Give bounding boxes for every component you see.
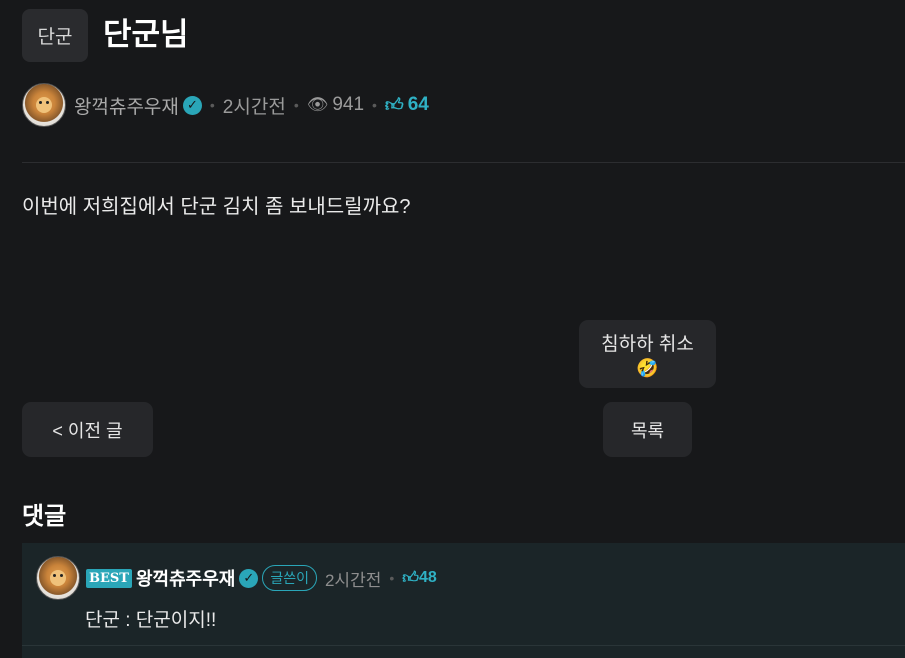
view-count-value: 941 xyxy=(332,94,365,115)
post-title: 단군님 xyxy=(103,17,189,52)
thumbs-up-icon: 👍︎ xyxy=(384,95,404,115)
separator-dot: • xyxy=(293,97,299,113)
comment-time: 2시간전 xyxy=(324,570,382,590)
post-meta: 왕꺽츄주우재 ✓ • 2시간전 • 👁 941 • 👍︎ 64 xyxy=(22,83,429,127)
divider xyxy=(22,645,905,646)
comments-heading: 댓글 xyxy=(22,503,67,530)
author-avatar[interactable] xyxy=(22,83,66,127)
best-badge: BEST xyxy=(86,568,132,588)
eye-icon: 👁 xyxy=(306,95,329,114)
separator-dot: • xyxy=(209,97,215,113)
post-body: 이번에 저희집에서 단군 김치 좀 보내드릴까요? xyxy=(22,196,411,218)
category-badge[interactable]: 단군 xyxy=(22,9,88,62)
separator-dot: • xyxy=(372,97,377,113)
prev-post-button[interactable]: < 이전 글 xyxy=(22,402,153,457)
thumbs-up-icon: 👍︎ xyxy=(402,569,419,587)
post-time: 2시간전 xyxy=(222,96,286,118)
verified-check-icon: ✓ xyxy=(182,95,202,115)
divider xyxy=(22,162,905,163)
list-button[interactable]: 목록 xyxy=(603,402,692,457)
like-count: 👍︎ 64 xyxy=(385,94,429,116)
comment-header: BEST 왕꺽츄주우재 ✓ 글쓴이 2시간전 • 👍︎ 48 xyxy=(36,556,437,600)
like-count-value: 64 xyxy=(407,94,429,115)
separator-dot: • xyxy=(389,570,395,586)
author-name[interactable]: 왕꺽츄주우재 xyxy=(74,92,179,119)
verified-check-icon: ✓ xyxy=(239,568,259,588)
comment-item: BEST 왕꺽츄주우재 ✓ 글쓴이 2시간전 • 👍︎ 48 단군 : 단군이지… xyxy=(22,543,905,658)
op-badge: 글쓴이 xyxy=(262,565,317,591)
reaction-label: 침하하 취소 xyxy=(601,334,694,355)
comment-text: 단군 : 단군이지!! xyxy=(85,610,217,631)
laughing-emoji-icon: 🤣 xyxy=(636,358,659,378)
comment-author[interactable]: 왕꺽츄주우재 xyxy=(136,565,235,591)
comment-like-value: 48 xyxy=(418,569,437,586)
reaction-cancel-button[interactable]: 침하하 취소 🤣 xyxy=(579,320,716,388)
commenter-avatar[interactable] xyxy=(36,556,80,600)
comment-like-count[interactable]: 👍︎ 48 xyxy=(402,569,437,588)
view-count: 👁 941 xyxy=(307,94,364,116)
post-page: 단군 단군님 왕꺽츄주우재 ✓ • 2시간전 • 👁 941 • 👍︎ 64 이… xyxy=(0,0,905,658)
